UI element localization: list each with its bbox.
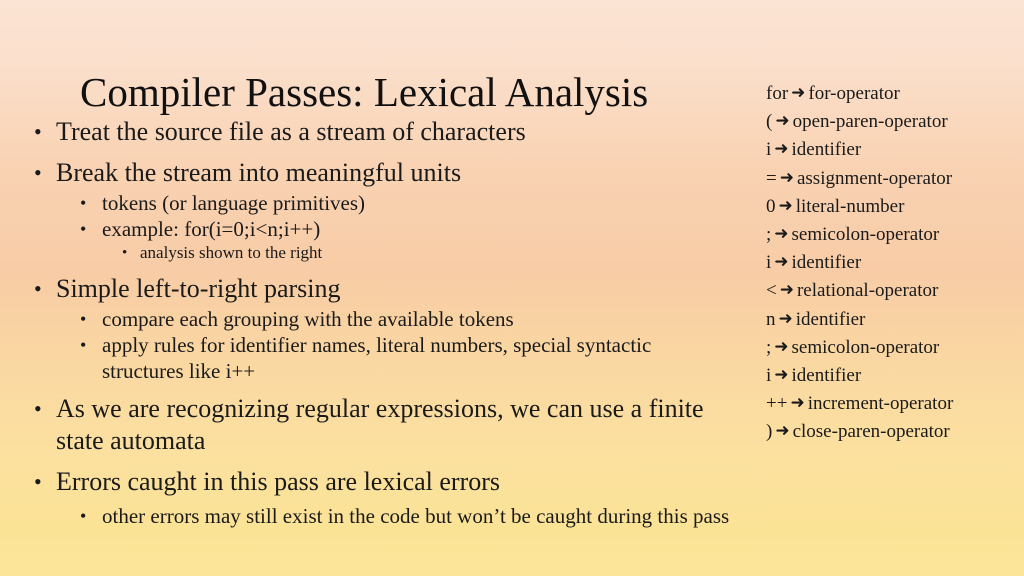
token-row: i ➜ identifier [766, 249, 1024, 277]
token-analysis-list: for ➜ for-operator(➜ open-paren-operator i ➜ i… [766, 80, 1024, 447]
bullet-item-level-2: • tokens (or language primitives) [34, 190, 734, 216]
token-name: assignment-operator [796, 167, 953, 189]
token-row: i ➜ identifier [766, 362, 1024, 390]
bullet-item-level-2: • other errors may still exist in the cod… [34, 503, 734, 529]
bullet-item-level-1: • Break the stream into meaningful units [34, 157, 734, 189]
bullet-text: Simple left-to-right parsing [56, 274, 341, 303]
token-row: ) ➜ close-paren-operator [766, 418, 1024, 446]
right-arrow-icon: ➜ [779, 280, 794, 301]
right-arrow-icon: ➜ [775, 421, 790, 442]
token-name: identifier [791, 365, 862, 387]
token-row: for ➜ for-operator [766, 80, 1024, 108]
token-lexeme: for [766, 83, 789, 104]
page-title: Compiler Passes: Lexical Analysis [80, 69, 649, 116]
token-row: i ➜ identifier [766, 136, 1024, 164]
token-row: 0 ➜ literal-number [766, 193, 1024, 221]
bullet-item-level-1: • Simple left-to-right parsing [34, 273, 734, 305]
bullet-glyph-icon: • [34, 396, 42, 421]
right-arrow-icon: ➜ [774, 139, 789, 160]
bullet-text: analysis shown to the right [140, 243, 323, 262]
right-arrow-icon: ➜ [774, 224, 789, 245]
bullet-text: Errors caught in this pass are lexical e… [56, 467, 501, 496]
bullet-text: apply rules for identifier names, litera… [102, 333, 652, 383]
token-lexeme: < [766, 280, 777, 302]
bullet-item-level-1: • Treat the source file as a stream of ch… [34, 116, 734, 148]
token-lexeme: = [766, 167, 777, 189]
bullet-text: Treat the source file as a stream of cha… [56, 117, 526, 146]
bullet-glyph-icon: • [34, 119, 42, 144]
token-name: identifier [795, 308, 866, 330]
token-row: ++ ➜ increment-operator [766, 390, 1024, 418]
token-row: < ➜ relational-operator [766, 277, 1024, 305]
bullet-glyph-icon: • [34, 276, 42, 301]
token-name: literal-number [795, 195, 905, 217]
bullet-text: compare each grouping with the available… [102, 307, 514, 331]
bullet-item-level-2: • apply rules for identifier names, liter… [34, 332, 734, 384]
bullet-glyph-icon: • [80, 193, 87, 213]
token-row: = ➜ assignment-operator [766, 165, 1024, 193]
right-arrow-icon: ➜ [775, 111, 790, 132]
bullet-item-level-2: • example: for(i=0;i<n;i++) [34, 216, 734, 242]
token-name: increment-operator [807, 393, 954, 415]
token-row: ; ➜ semicolon-operator [766, 334, 1024, 362]
token-row: ; ➜ semicolon-operator [766, 221, 1024, 249]
right-arrow-icon: ➜ [790, 393, 805, 414]
bullet-text: tokens (or language primitives) [102, 191, 366, 215]
bullet-text: As we are recognizing regular expression… [56, 394, 704, 455]
token-name: open-paren-operator [792, 111, 948, 133]
right-arrow-icon: ➜ [774, 336, 789, 357]
token-name: identifier [791, 252, 862, 274]
token-row: (➜ open-paren-operator [766, 108, 1024, 136]
token-lexeme: 0 [766, 195, 776, 217]
token-name: identifier [791, 139, 862, 161]
bullet-item-level-1: • As we are recognizing regular expressio… [34, 393, 734, 457]
bullet-outline: • Treat the source file as a stream of ch… [34, 116, 734, 529]
bullet-glyph-icon: • [80, 335, 87, 355]
slide-canvas: Compiler Passes: Lexical Analysis • Treat… [0, 0, 1024, 576]
bullet-text: other errors may still exist in the code… [102, 504, 730, 528]
token-name: semicolon-operator [791, 336, 940, 358]
token-name: for-operator [808, 83, 900, 104]
token-lexeme: n [766, 308, 776, 330]
right-arrow-icon: ➜ [774, 365, 789, 386]
bullet-item-level-1: • Errors caught in this pass are lexical … [34, 466, 734, 498]
right-arrow-icon: ➜ [779, 167, 794, 188]
bullet-item-level-3: • analysis shown to the right [34, 242, 734, 264]
token-name: semicolon-operator [791, 224, 940, 246]
bullet-text: Break the stream into meaningful units [56, 158, 462, 187]
bullet-item-level-2: • compare each grouping with the availabl… [34, 306, 734, 332]
right-arrow-icon: ➜ [778, 195, 793, 216]
bullet-glyph-icon: • [34, 469, 42, 494]
bullet-glyph-icon: • [122, 245, 128, 261]
token-name: relational-operator [796, 280, 939, 302]
token-name: close-paren-operator [792, 421, 950, 443]
token-lexeme: ++ [766, 393, 788, 415]
token-row: n ➜ identifier [766, 306, 1024, 334]
right-arrow-icon: ➜ [791, 83, 806, 103]
bullet-text: example: for(i=0;i<n;i++) [102, 217, 321, 241]
right-arrow-icon: ➜ [778, 308, 793, 329]
bullet-glyph-icon: • [80, 506, 87, 526]
bullet-glyph-icon: • [80, 219, 87, 239]
bullet-glyph-icon: • [80, 309, 87, 329]
right-arrow-icon: ➜ [774, 252, 789, 273]
bullet-glyph-icon: • [34, 160, 42, 185]
